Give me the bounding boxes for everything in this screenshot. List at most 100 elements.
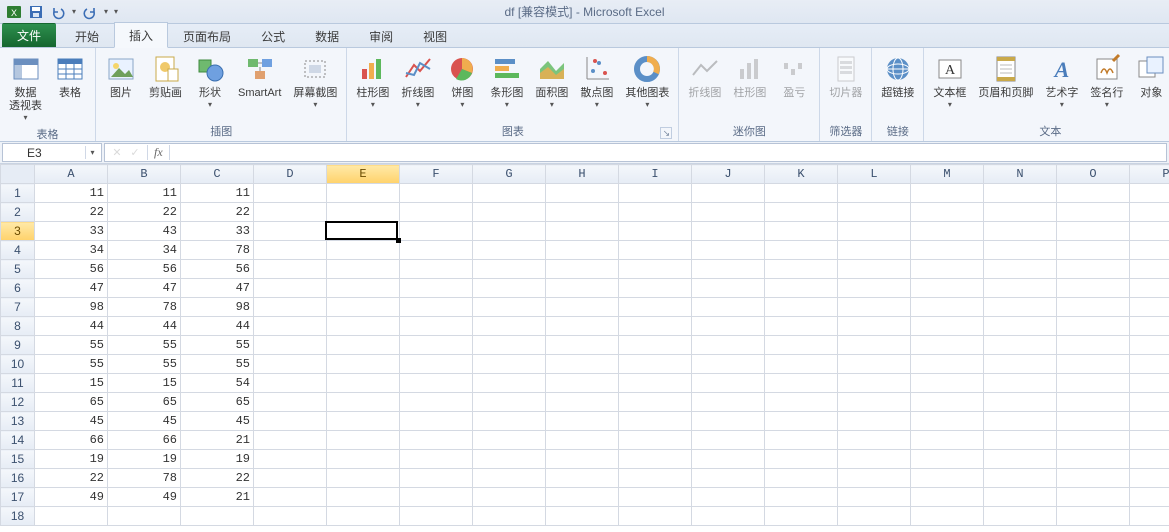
- cell[interactable]: [911, 279, 984, 298]
- undo-dropdown-icon[interactable]: ▾: [70, 7, 78, 16]
- cell[interactable]: [1130, 450, 1169, 469]
- cell[interactable]: 11: [35, 184, 108, 203]
- cell[interactable]: [911, 393, 984, 412]
- cell[interactable]: [327, 184, 400, 203]
- tab-home[interactable]: 开始: [60, 23, 114, 48]
- cell[interactable]: [254, 279, 327, 298]
- cell[interactable]: [619, 241, 692, 260]
- cell[interactable]: [327, 450, 400, 469]
- pivot-table-button[interactable]: 数据 透视表 ▾: [4, 50, 47, 125]
- cell[interactable]: [984, 393, 1057, 412]
- name-box[interactable]: E3 ▾: [2, 143, 102, 162]
- signature-line-button[interactable]: 签名行 ▾: [1085, 50, 1128, 112]
- row-header[interactable]: 10: [1, 355, 35, 374]
- cell[interactable]: [692, 203, 765, 222]
- cell[interactable]: [984, 355, 1057, 374]
- cell[interactable]: 33: [181, 222, 254, 241]
- bar-chart-button[interactable]: 条形图 ▾: [485, 50, 528, 112]
- cell[interactable]: [765, 355, 838, 374]
- cell[interactable]: [984, 279, 1057, 298]
- cell[interactable]: [254, 298, 327, 317]
- cell[interactable]: [984, 431, 1057, 450]
- cell[interactable]: [400, 279, 473, 298]
- row-header[interactable]: 14: [1, 431, 35, 450]
- cell[interactable]: [692, 431, 765, 450]
- cell[interactable]: [619, 393, 692, 412]
- cell[interactable]: 33: [35, 222, 108, 241]
- cell[interactable]: [254, 374, 327, 393]
- cell[interactable]: [400, 450, 473, 469]
- cell[interactable]: [546, 203, 619, 222]
- cell[interactable]: [765, 222, 838, 241]
- cell[interactable]: [400, 374, 473, 393]
- smartart-button[interactable]: SmartArt: [233, 50, 286, 103]
- cell[interactable]: [254, 507, 327, 526]
- cell[interactable]: [692, 355, 765, 374]
- cell[interactable]: [838, 260, 911, 279]
- cell[interactable]: [619, 431, 692, 450]
- cell[interactable]: [911, 222, 984, 241]
- cell[interactable]: [400, 507, 473, 526]
- cell[interactable]: [254, 336, 327, 355]
- cell[interactable]: [619, 260, 692, 279]
- cell[interactable]: [911, 374, 984, 393]
- cell[interactable]: [911, 260, 984, 279]
- table-button[interactable]: 表格: [49, 50, 91, 103]
- cell[interactable]: 47: [181, 279, 254, 298]
- cell[interactable]: [473, 374, 546, 393]
- column-header[interactable]: B: [108, 165, 181, 184]
- cell[interactable]: [1130, 184, 1169, 203]
- cell[interactable]: [546, 184, 619, 203]
- cell[interactable]: [327, 355, 400, 374]
- cell[interactable]: [765, 336, 838, 355]
- hyperlink-button[interactable]: 超链接: [876, 50, 919, 103]
- cell[interactable]: [1130, 203, 1169, 222]
- cell[interactable]: [400, 203, 473, 222]
- cell[interactable]: [765, 298, 838, 317]
- fx-icon[interactable]: fx: [147, 145, 170, 160]
- cell[interactable]: 78: [108, 298, 181, 317]
- cell[interactable]: [327, 317, 400, 336]
- cell[interactable]: [838, 184, 911, 203]
- cell[interactable]: [838, 336, 911, 355]
- cell[interactable]: [327, 488, 400, 507]
- cell[interactable]: [327, 222, 400, 241]
- column-header[interactable]: O: [1057, 165, 1130, 184]
- cell[interactable]: [619, 222, 692, 241]
- cell[interactable]: [254, 393, 327, 412]
- row-header[interactable]: 13: [1, 412, 35, 431]
- redo-dropdown-icon[interactable]: ▾: [102, 7, 110, 16]
- row-header[interactable]: 3: [1, 222, 35, 241]
- cell[interactable]: [327, 469, 400, 488]
- cell[interactable]: [181, 507, 254, 526]
- cell[interactable]: 78: [181, 241, 254, 260]
- cell[interactable]: [254, 450, 327, 469]
- column-header[interactable]: P: [1130, 165, 1169, 184]
- cell[interactable]: 45: [108, 412, 181, 431]
- cell[interactable]: [327, 393, 400, 412]
- cell[interactable]: [546, 393, 619, 412]
- cell[interactable]: [692, 298, 765, 317]
- cell[interactable]: [400, 412, 473, 431]
- cell[interactable]: [35, 507, 108, 526]
- cell[interactable]: [546, 488, 619, 507]
- cell[interactable]: [765, 317, 838, 336]
- cell[interactable]: 78: [108, 469, 181, 488]
- clipart-button[interactable]: 剪贴画: [144, 50, 187, 103]
- shapes-button[interactable]: 形状 ▾: [189, 50, 231, 112]
- row-header[interactable]: 15: [1, 450, 35, 469]
- cell[interactable]: [254, 469, 327, 488]
- row-header[interactable]: 7: [1, 298, 35, 317]
- cell[interactable]: [692, 507, 765, 526]
- cell[interactable]: 44: [35, 317, 108, 336]
- cell[interactable]: [400, 222, 473, 241]
- cell[interactable]: [327, 374, 400, 393]
- cell[interactable]: [1057, 260, 1130, 279]
- cell[interactable]: 55: [181, 336, 254, 355]
- selection-fill-handle[interactable]: [396, 238, 401, 243]
- scatter-chart-button[interactable]: 散点图 ▾: [575, 50, 618, 112]
- cell[interactable]: [473, 469, 546, 488]
- cell[interactable]: [838, 431, 911, 450]
- cell[interactable]: [1130, 507, 1169, 526]
- cell[interactable]: [765, 431, 838, 450]
